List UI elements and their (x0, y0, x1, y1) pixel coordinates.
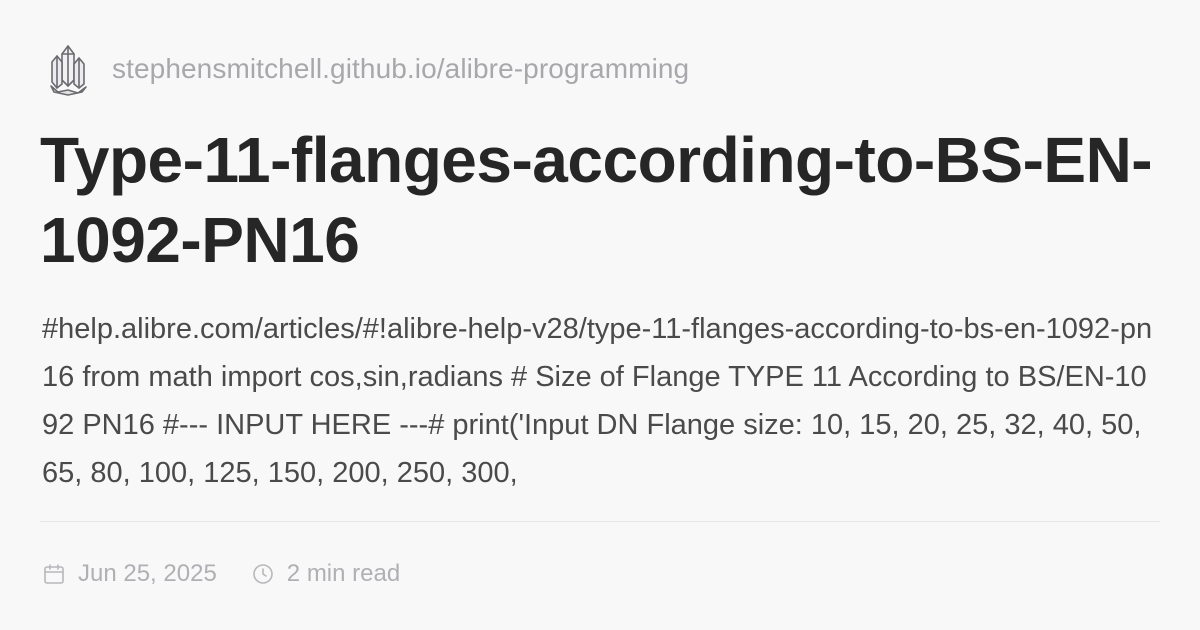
post-date-text: Jun 25, 2025 (78, 560, 217, 587)
crystal-cluster-icon (50, 45, 87, 96)
social-card: stephensmitchell.github.io/alibre-progra… (0, 0, 1200, 630)
post-read-time: 2 min read (251, 560, 400, 588)
post-title: Type-11-flanges-according-to-BS-EN-1092-… (40, 124, 1153, 276)
site-url[interactable]: stephensmitchell.github.io/alibre-progra… (112, 53, 689, 85)
post-meta: Jun 25, 2025 2 min read (42, 556, 400, 592)
post-excerpt: #help.alibre.com/articles/#!alibre-help-… (42, 313, 1153, 489)
post-date: Jun 25, 2025 (42, 560, 217, 588)
site-header: stephensmitchell.github.io/alibre-progra… (48, 42, 689, 96)
calendar-icon (44, 564, 64, 584)
post-read-time-text: 2 min read (286, 560, 401, 587)
divider (40, 521, 1160, 522)
clock-icon (252, 564, 273, 584)
